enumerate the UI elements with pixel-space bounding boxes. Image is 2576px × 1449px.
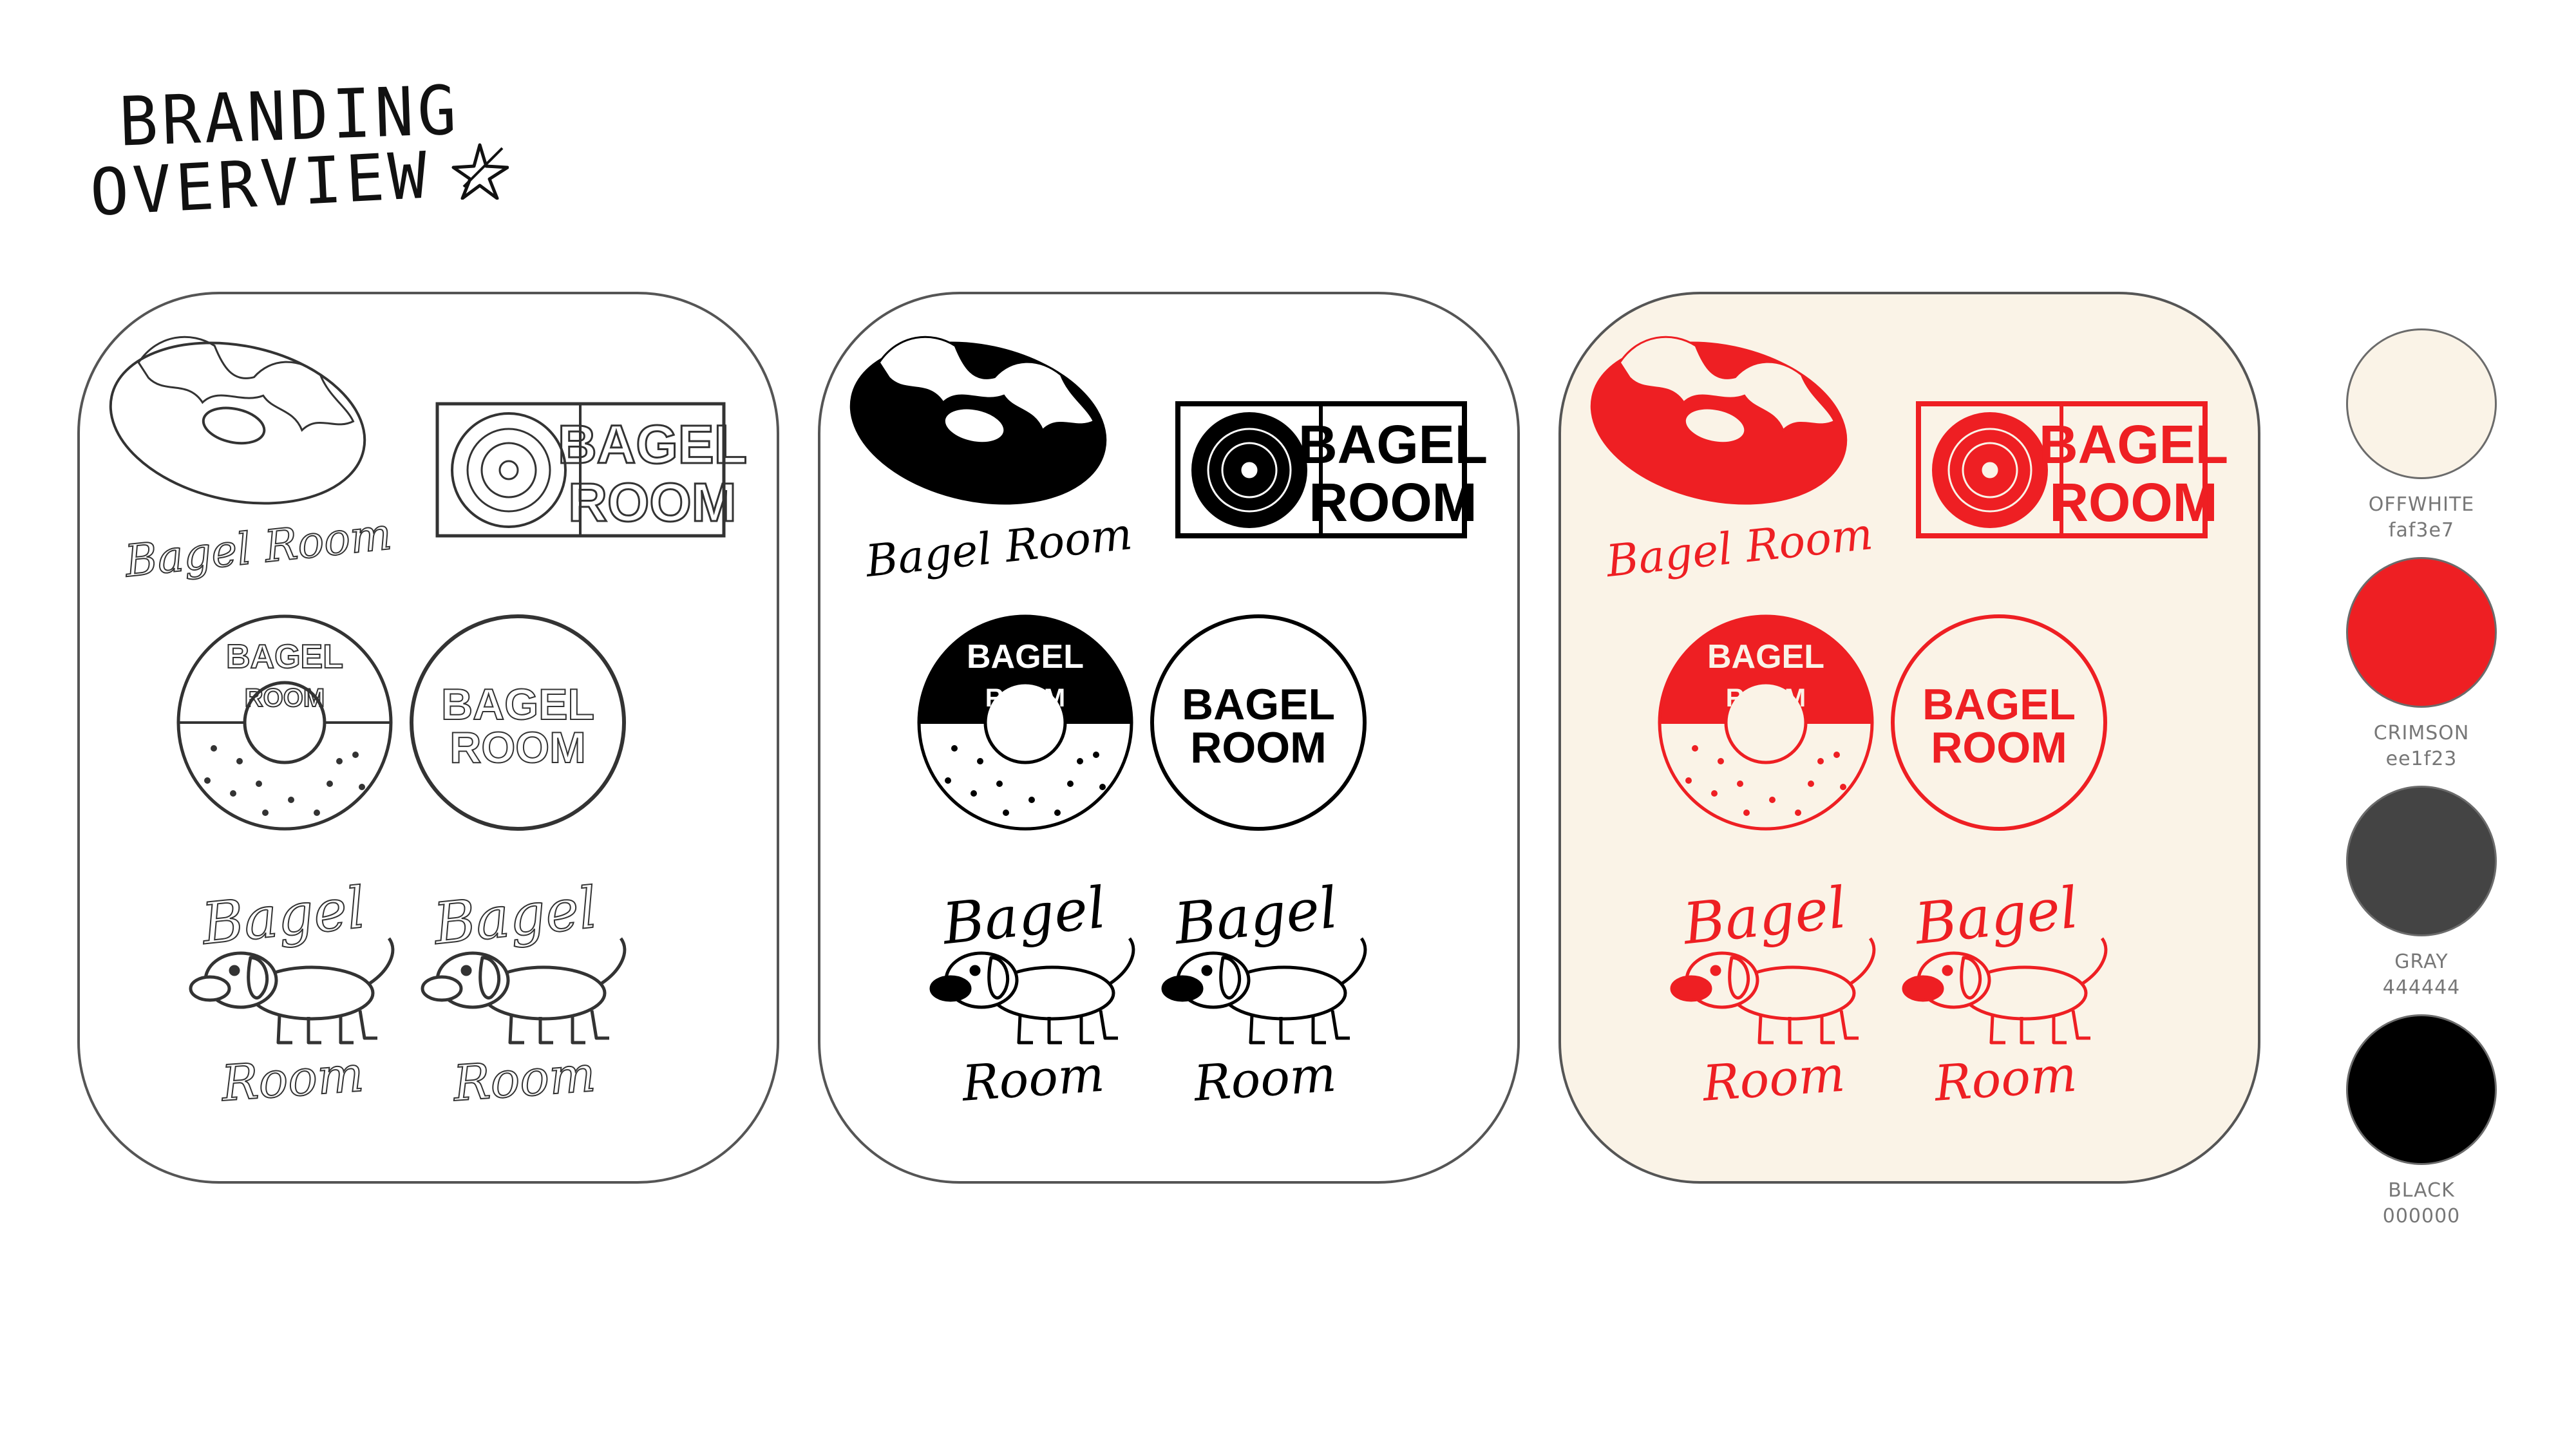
dog-logo: Bagel Room <box>1670 874 1876 1112</box>
dog-script-word-2: Room <box>959 1045 1106 1112</box>
record-icon <box>451 412 567 528</box>
badge-word-2: ROOM <box>1726 684 1806 712</box>
dog-script-word-2: Room <box>1931 1045 2078 1112</box>
swatch-name: OFFWHITE <box>2368 493 2475 516</box>
round-word-2: ROOM <box>1931 723 2067 772</box>
record-icon <box>1191 412 1307 528</box>
vinyl-bagel-icon <box>109 336 366 505</box>
badge-word-2: ROOM <box>985 684 1065 712</box>
swatch-name: CRIMSON <box>2373 722 2470 744</box>
dog-script-word-2: Room <box>1191 1045 1338 1112</box>
logo-card-outline: Bagel Room BAGEL ROOM BAGEL ROOM BAGEL R… <box>77 292 779 1184</box>
badge-word-1: BAGEL <box>1707 638 1824 676</box>
record-logo: BAGEL ROOM <box>1175 401 1488 538</box>
bagel-badge-icon: BAGEL ROOM <box>176 614 393 831</box>
swatch-circle <box>2346 557 2497 708</box>
block-word-1: BAGEL <box>2039 414 2228 475</box>
logo-sheet: Bagel Room BAGEL ROOM BAGEL ROOM BAGEL R… <box>109 336 748 1113</box>
logo-sheet: Bagel Room BAGEL ROOM BAGEL ROOM BAGEL R… <box>1590 336 2228 1112</box>
round-word-2: ROOM <box>450 723 586 772</box>
swatch-offwhite: OFFWHITE faf3e7 <box>2344 328 2499 544</box>
badge-word-1: BAGEL <box>226 638 343 676</box>
swatch-gray: GRAY 444444 <box>2344 786 2499 1001</box>
block-word-1: BAGEL <box>558 414 747 475</box>
swatch-circle <box>2346 786 2497 936</box>
logo-card-crimson: Bagel Room BAGEL ROOM BAGEL ROOM BAGEL R… <box>1558 292 2260 1184</box>
swatch-circle <box>2346 1014 2497 1165</box>
badge-word-1: BAGEL <box>967 638 1084 676</box>
script-wordmark: Bagel Room <box>122 509 394 587</box>
block-word-2: ROOM <box>2049 472 2217 533</box>
dog-script-word-1: Bagel <box>1679 874 1850 957</box>
logo-card-black: Bagel Room BAGEL ROOM BAGEL ROOM BAGEL R… <box>818 292 1520 1184</box>
round-badge: BAGEL ROOM <box>1891 614 2107 831</box>
round-word-2: ROOM <box>1190 723 1327 772</box>
star-doodle-icon <box>451 143 509 200</box>
dog-script-word-1: Bagel <box>1170 874 1341 957</box>
block-word-2: ROOM <box>568 472 736 533</box>
dog-script-word-1: Bagel <box>1911 874 2081 957</box>
dog-script-word-2: Room <box>218 1045 365 1112</box>
badge-word-2: ROOM <box>245 684 325 712</box>
round-badge: BAGEL ROOM <box>1150 614 1367 831</box>
script-wordmark: Bagel Room <box>1603 509 1875 587</box>
swatch-name: BLACK <box>2388 1179 2455 1202</box>
swatch-hex: 000000 <box>2382 1205 2461 1227</box>
block-word-1: BAGEL <box>1298 414 1488 475</box>
vinyl-bagel-icon <box>849 336 1107 505</box>
dog-script-word-1: Bagel <box>430 874 600 957</box>
round-badge: BAGEL ROOM <box>410 614 626 831</box>
vinyl-bagel-icon <box>1590 336 1848 505</box>
dog-logo: Bagel Room <box>929 874 1135 1112</box>
swatch-black: BLACK 000000 <box>2344 1014 2499 1229</box>
bagel-badge-icon: BAGEL ROOM <box>1658 614 1874 831</box>
dog-logo: Bagel Room <box>1902 874 2108 1112</box>
dog-logo: Bagel Room <box>1161 874 1367 1112</box>
swatch-circle <box>2346 328 2497 479</box>
round-word-1: BAGEL <box>1182 680 1335 729</box>
record-logo: BAGEL ROOM <box>435 402 748 538</box>
script-wordmark: Bagel Room <box>862 509 1135 587</box>
swatch-hex: 444444 <box>2382 976 2461 999</box>
block-word-2: ROOM <box>1309 472 1477 533</box>
logo-sheet: Bagel Room BAGEL ROOM BAGEL ROOM BAGEL R… <box>849 336 1488 1112</box>
heading-line-2: OVERVIEW <box>88 137 433 231</box>
swatch-hex: ee1f23 <box>2385 748 2458 770</box>
dog-logo: Bagel Room <box>189 873 395 1113</box>
swatch-crimson: CRIMSON ee1f23 <box>2344 557 2499 772</box>
round-word-1: BAGEL <box>441 680 594 729</box>
dog-script-word-1: Bagel <box>938 874 1109 957</box>
dog-logo: Bagel Room <box>421 873 627 1113</box>
page-heading: BRANDING OVERVIEW <box>88 71 509 232</box>
swatch-name: GRAY <box>2394 951 2448 973</box>
round-word-1: BAGEL <box>1922 680 2076 729</box>
dog-script-word-1: Bagel <box>198 874 368 957</box>
bagel-badge-icon: BAGEL ROOM <box>917 614 1133 831</box>
record-logo: BAGEL ROOM <box>1916 401 2228 538</box>
dog-script-word-2: Room <box>450 1045 597 1112</box>
record-icon <box>1932 412 2048 528</box>
swatch-hex: faf3e7 <box>2388 519 2455 542</box>
dog-script-word-2: Room <box>1700 1045 1846 1112</box>
